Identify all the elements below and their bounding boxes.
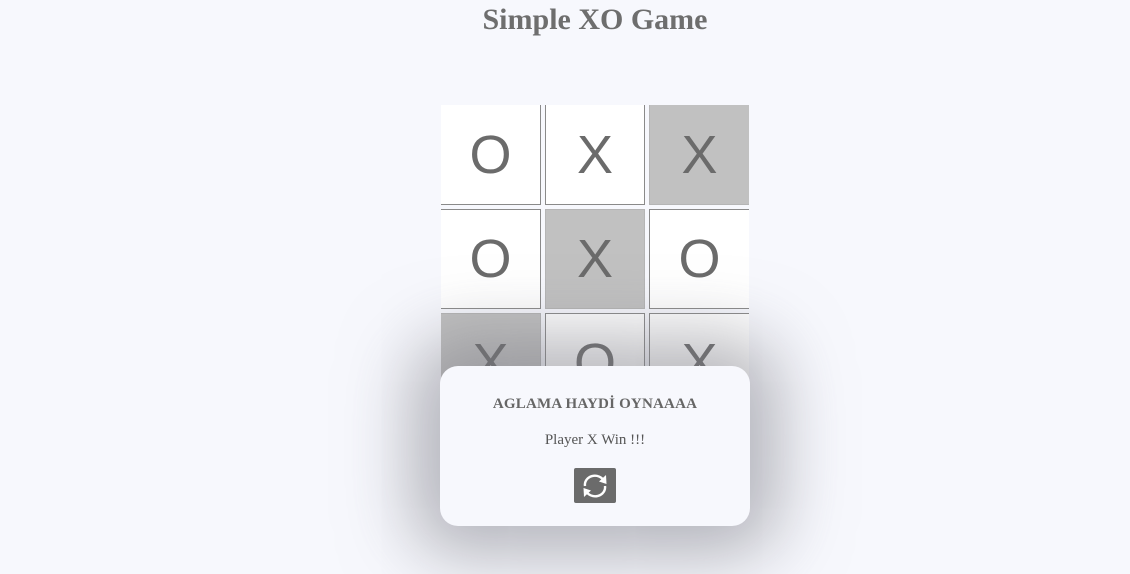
page-title: Simple XO Game: [482, 3, 708, 36]
board-cell-3[interactable]: X: [649, 105, 749, 205]
refresh-icon: [583, 474, 607, 497]
modal-title: AGLAMA HAYDİ OYNAAAA: [492, 396, 698, 412]
board-cell-1[interactable]: O: [441, 105, 541, 205]
result-modal: AGLAMA HAYDİ OYNAAAA Player X Win !!!: [440, 366, 750, 526]
board-cell-2[interactable]: X: [545, 105, 645, 205]
board-cell-5[interactable]: X: [545, 209, 645, 309]
board-cell-6[interactable]: O: [649, 209, 749, 309]
winner-message: Player X Win !!!: [544, 432, 646, 448]
board-cell-4[interactable]: O: [441, 209, 541, 309]
restart-button[interactable]: [574, 468, 616, 503]
